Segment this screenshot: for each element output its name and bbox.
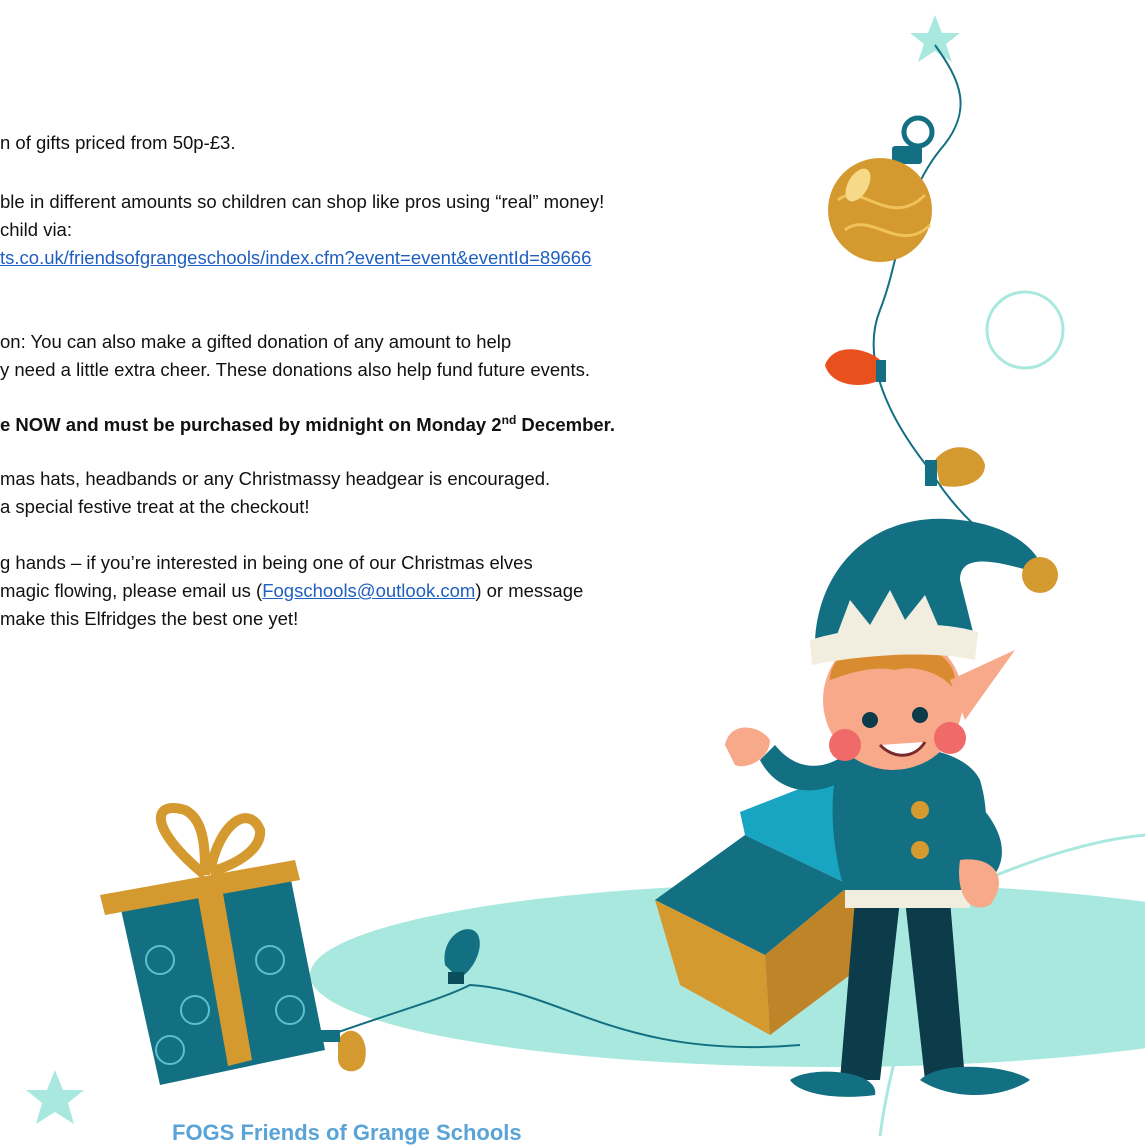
- flyer-page: n of gifts priced from 50p-£3. ble in di…: [0, 0, 1145, 1145]
- decor-circle: [985, 290, 1065, 370]
- star-icon: [26, 1070, 84, 1124]
- gift-box-icon: [100, 803, 325, 1085]
- ornament-icon: [828, 115, 935, 262]
- christmas-light-icon: [925, 447, 985, 487]
- footer-title: FOGS Friends of Grange Schools: [172, 1120, 522, 1145]
- christmas-light-icon: [320, 1030, 366, 1072]
- festive-illustration: [26, 15, 1145, 1136]
- christmas-light-icon: [825, 349, 886, 385]
- star-icon: [910, 15, 960, 62]
- string-wire: [872, 44, 1041, 571]
